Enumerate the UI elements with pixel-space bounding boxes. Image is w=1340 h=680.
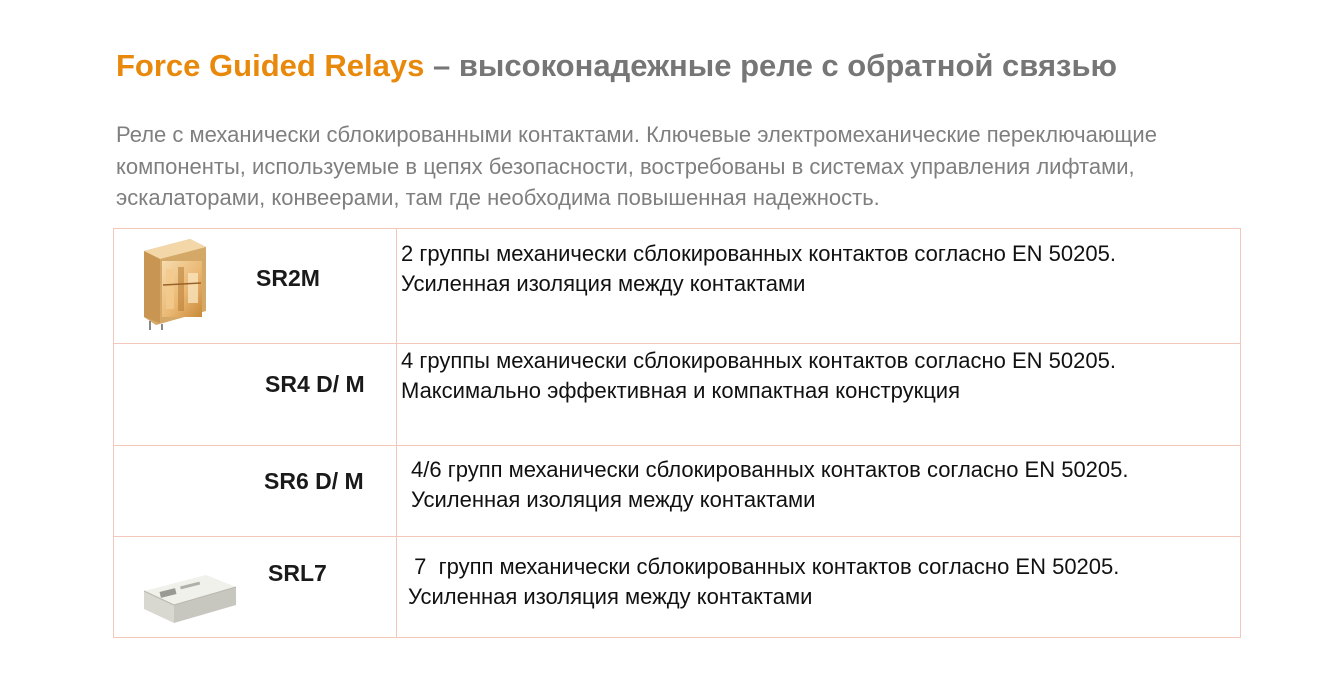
relay-model: SR2M xyxy=(256,265,320,291)
title-accent: Force Guided Relays xyxy=(116,48,425,83)
relay-model: SR4 D/ M xyxy=(265,371,365,397)
relay-description-cell: 2 группы механически сблокированных конт… xyxy=(396,228,1241,344)
table-row: SR6 D/ M 4/6 групп механически сблокиров… xyxy=(113,445,1241,537)
relay-description: 4 группы механически сблокированных конт… xyxy=(397,344,1240,405)
relay-name-cell: SRL7 xyxy=(113,536,397,638)
relay-description: 4/6 групп механически сблокированных кон… xyxy=(397,446,1240,514)
relay-description: 7 групп механически сблокированных конта… xyxy=(397,537,1240,611)
description-line: Усиленная изоляция между контактами xyxy=(408,583,813,609)
description-line: Максимально эффективная и компактная кон… xyxy=(401,377,961,403)
intro-paragraph: Реле с механически сблокированными конта… xyxy=(116,122,1157,210)
relay-table: SR2M 2 группы механически сблокированных… xyxy=(113,228,1241,638)
description-line: 4 группы механически сблокированных конт… xyxy=(401,348,1116,373)
relay-description-cell: 7 групп механически сблокированных конта… xyxy=(396,536,1241,638)
table-row: SRL7 7 групп механически сблокированных … xyxy=(113,536,1241,638)
description-line: 4/6 групп механически сблокированных кон… xyxy=(411,457,1129,482)
description-line: 7 групп механически сблокированных конта… xyxy=(408,554,1120,579)
page-title: Force Guided Relays – высоконадежные рел… xyxy=(116,48,1117,84)
description-line: Усиленная изоляция между контактами xyxy=(401,270,806,296)
srl7-relay-photo xyxy=(143,575,237,623)
description-line: Усиленная изоляция между контактами xyxy=(411,486,816,512)
title-rest: – высоконадежные реле с обратной связью xyxy=(424,48,1117,83)
relay-name-cell: SR2M xyxy=(113,228,397,344)
relay-name-cell: SR4 D/ M xyxy=(113,343,397,446)
description-line: 2 группы механически сблокированных конт… xyxy=(401,241,1116,266)
relay-description-cell: 4/6 групп механически сблокированных кон… xyxy=(396,445,1241,537)
sr2m-relay-photo xyxy=(144,239,206,330)
relay-model: SRL7 xyxy=(268,560,327,586)
relay-name-cell: SR6 D/ M xyxy=(113,445,397,537)
table-row: SR4 D/ M 4 группы механически сблокирова… xyxy=(113,343,1241,446)
relay-model: SR6 D/ M xyxy=(264,468,364,494)
relay-description-cell: 4 группы механически сблокированных конт… xyxy=(396,343,1241,446)
relay-description: 2 группы механически сблокированных конт… xyxy=(397,229,1240,298)
table-row: SR2M 2 группы механически сблокированных… xyxy=(113,228,1241,344)
